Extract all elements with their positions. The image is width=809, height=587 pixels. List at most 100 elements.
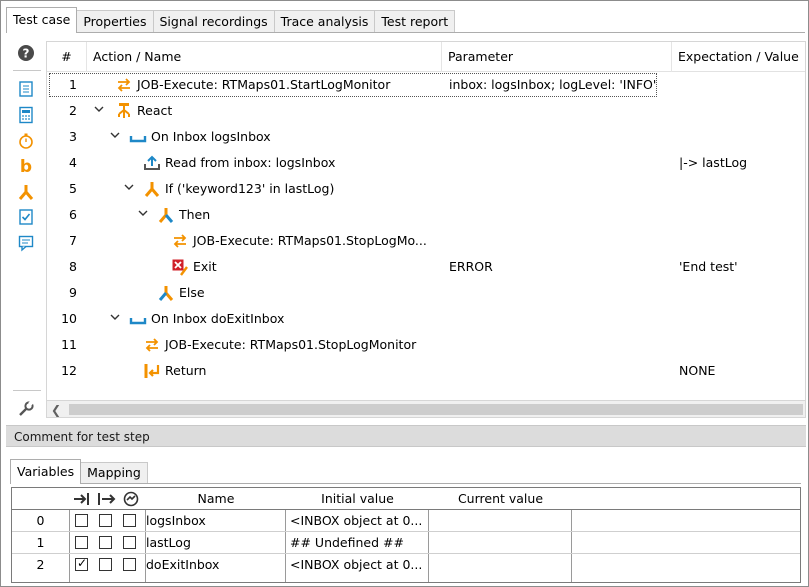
row-action-name: Then xyxy=(179,207,211,222)
job-execute-icon xyxy=(173,234,187,248)
sync-checkbox[interactable] xyxy=(123,558,136,571)
input-checkbox[interactable]: ✓ xyxy=(75,556,88,571)
output-checkbox[interactable] xyxy=(99,536,112,549)
row-expectation: NONE xyxy=(679,363,716,378)
grid-row[interactable]: 6 Then xyxy=(47,202,805,228)
grid-row[interactable]: 4 Read from inbox: logsInbox |-> lastLog xyxy=(47,150,805,176)
row-action-name: JOB-Execute: RTMaps01.StopLogMonitor xyxy=(165,337,417,352)
chevron-down-icon[interactable] xyxy=(93,102,105,116)
scrollbar-thumb[interactable] xyxy=(69,404,803,415)
variable-name: doExitInbox xyxy=(146,557,220,572)
row-expectation: |-> lastLog xyxy=(679,155,748,170)
exit-icon xyxy=(172,259,188,276)
variables-header: Name Initial value Current value xyxy=(12,488,800,510)
sync-icon[interactable] xyxy=(122,491,140,507)
calculator-icon[interactable] xyxy=(17,106,35,124)
row-number: 12 xyxy=(61,363,77,378)
row-number: 10 xyxy=(61,311,77,326)
grid-row[interactable]: 7 JOB-Execute: RTMaps01.StopLogMo... xyxy=(47,228,805,254)
horizontal-scrollbar[interactable]: ❮ xyxy=(46,400,806,418)
branch-icon[interactable] xyxy=(17,183,35,201)
job-execute-icon xyxy=(117,78,131,92)
col-header-number[interactable]: # xyxy=(47,42,87,72)
checklist-icon[interactable] xyxy=(17,208,35,226)
chevron-down-icon[interactable] xyxy=(137,206,149,220)
tab-test-report[interactable]: Test report xyxy=(374,10,456,33)
col-header-current-value[interactable]: Current value xyxy=(429,491,572,506)
row-number: 3 xyxy=(69,129,77,144)
tab-test-case[interactable]: Test case xyxy=(6,7,78,33)
tab-properties[interactable]: Properties xyxy=(76,10,154,33)
row-action-name: If ('keyword123' in lastLog) xyxy=(165,181,335,196)
row-action-name: Exit xyxy=(193,259,217,274)
grid-row[interactable]: 12 Return NONE xyxy=(47,358,805,384)
wrench-icon[interactable] xyxy=(17,400,35,418)
comment-icon[interactable] xyxy=(17,234,35,252)
row-action-name: React xyxy=(137,103,173,118)
checkmark-icon: ✓ xyxy=(77,556,88,570)
row-number: 7 xyxy=(69,233,77,248)
else-branch-icon xyxy=(158,286,174,301)
main-tab-bar: Test case Properties Signal recordings T… xyxy=(6,7,456,33)
chevron-down-icon[interactable] xyxy=(109,310,121,324)
react-b-icon[interactable]: b xyxy=(17,157,35,175)
job-execute-icon xyxy=(145,338,159,352)
inbox-icon xyxy=(129,136,147,143)
input-checkbox[interactable] xyxy=(75,536,88,549)
input-checkbox[interactable] xyxy=(75,514,88,527)
bottom-tab-divider xyxy=(10,483,801,484)
input-arrow-icon[interactable] xyxy=(72,491,94,507)
tab-divider xyxy=(6,32,805,33)
row-number: 9 xyxy=(69,285,77,300)
grid-row[interactable]: 10 On Inbox doExitInbox xyxy=(47,306,805,332)
row-number: 2 xyxy=(69,103,77,118)
test-case-icon[interactable] xyxy=(17,80,35,98)
variable-row[interactable]: 1 lastLog ## Undefined ## xyxy=(12,532,800,554)
row-action-name: JOB-Execute: RTMaps01.StartLogMonitor xyxy=(137,77,391,92)
grid-row[interactable]: 8 Exit ERROR 'End test' xyxy=(47,254,805,280)
chevron-down-icon[interactable] xyxy=(123,180,135,194)
tab-variables[interactable]: Variables xyxy=(10,459,82,484)
variable-row[interactable]: 2 ✓ doExitInbox <INBOX object at 0... xyxy=(12,554,800,576)
read-inbox-icon xyxy=(144,155,160,170)
row-action-name: On Inbox doExitInbox xyxy=(151,311,285,326)
variables-table: Name Initial value Current value 0 logsI… xyxy=(11,487,801,583)
output-checkbox[interactable] xyxy=(99,558,112,571)
output-arrow-icon[interactable] xyxy=(96,491,118,507)
row-action-name: On Inbox logsInbox xyxy=(151,129,271,144)
col-header-initial-value[interactable]: Initial value xyxy=(286,491,429,506)
svg-text:b: b xyxy=(20,157,32,175)
sync-checkbox[interactable] xyxy=(123,536,136,549)
col-header-action-name[interactable]: Action / Name xyxy=(87,42,442,72)
row-number: 8 xyxy=(69,259,77,274)
row-number: 11 xyxy=(61,337,77,352)
tab-mapping[interactable]: Mapping xyxy=(80,462,148,484)
tab-signal-recordings[interactable]: Signal recordings xyxy=(152,10,275,33)
grid-row[interactable]: 9 Else xyxy=(47,280,805,306)
toolbar-separator xyxy=(13,70,41,71)
grid-row[interactable]: 2 React xyxy=(47,98,805,124)
return-icon xyxy=(144,364,160,378)
sync-checkbox[interactable] xyxy=(123,514,136,527)
grid-row[interactable]: 1 JOB-Execute: RTMaps01.StartLogMonitor … xyxy=(47,72,805,98)
output-checkbox[interactable] xyxy=(99,514,112,527)
grid-row[interactable]: 5 If ('keyword123' in lastLog) xyxy=(47,176,805,202)
chevron-down-icon[interactable] xyxy=(109,128,121,142)
variable-name: logsInbox xyxy=(146,513,206,528)
row-action-name: Else xyxy=(179,285,205,300)
scroll-left-icon[interactable]: ❮ xyxy=(51,403,61,417)
stopwatch-icon[interactable] xyxy=(17,132,35,150)
variable-row[interactable]: 0 logsInbox <INBOX object at 0... xyxy=(12,510,800,532)
tab-trace-analysis[interactable]: Trace analysis xyxy=(273,10,376,33)
row-parameter: ERROR xyxy=(449,259,493,274)
help-icon[interactable]: ? xyxy=(17,44,35,62)
grid-row[interactable]: 11 JOB-Execute: RTMaps01.StopLogMonitor xyxy=(47,332,805,358)
row-number: 6 xyxy=(69,207,77,222)
row-action-name: JOB-Execute: RTMaps01.StopLogMo... xyxy=(193,233,427,248)
col-header-parameter[interactable]: Parameter xyxy=(442,42,672,72)
then-branch-icon xyxy=(158,208,174,223)
comment-for-test-step[interactable]: Comment for test step xyxy=(6,425,806,447)
col-header-expectation[interactable]: Expectation / Value xyxy=(672,42,805,72)
grid-row[interactable]: 3 On Inbox logsInbox xyxy=(47,124,805,150)
col-header-name[interactable]: Name xyxy=(146,491,286,506)
